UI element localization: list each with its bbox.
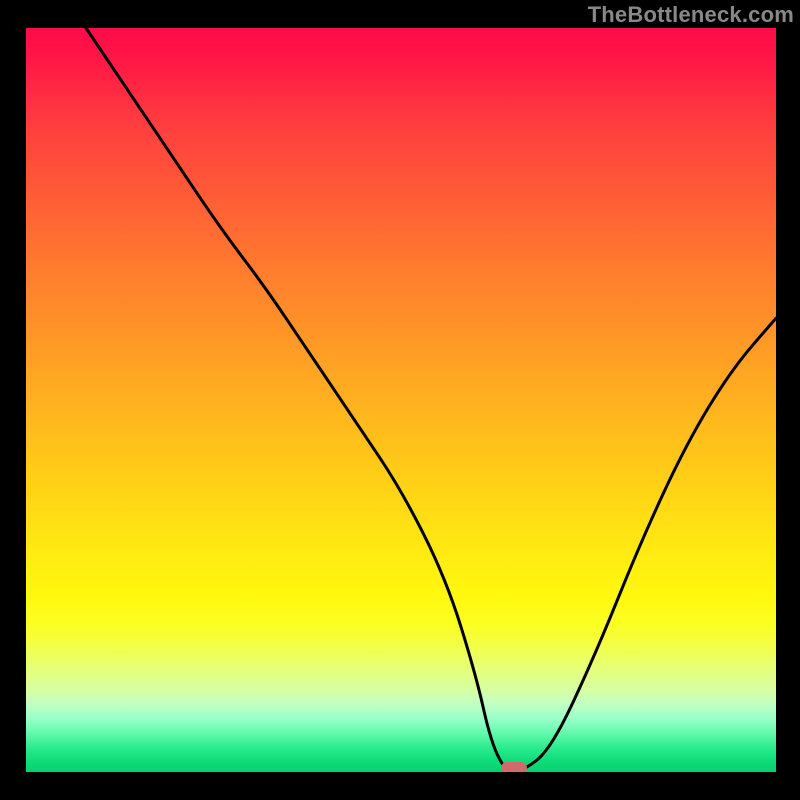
chart-frame: TheBottleneck.com (0, 0, 800, 800)
optimal-marker (501, 762, 527, 772)
bottleneck-curve (26, 28, 776, 772)
watermark-text: TheBottleneck.com (588, 2, 794, 28)
plot-area (26, 28, 776, 772)
